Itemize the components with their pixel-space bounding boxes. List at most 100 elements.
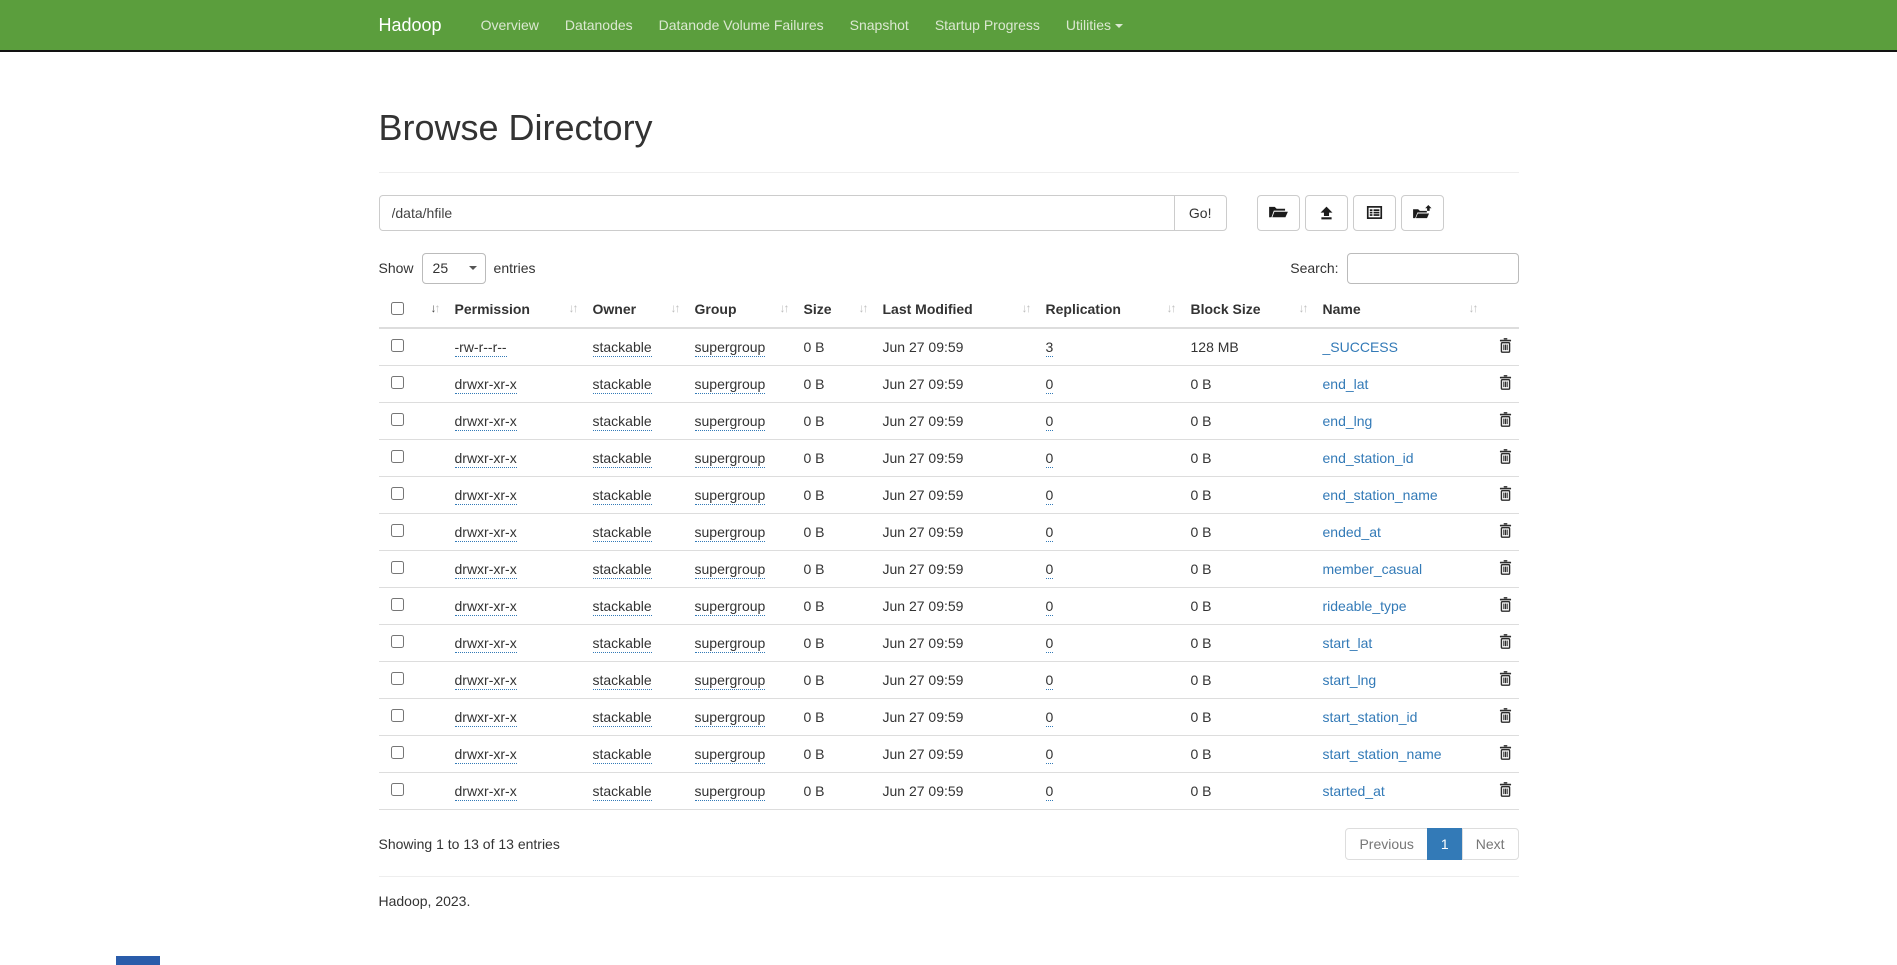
set-permission-button[interactable] [1353, 195, 1396, 231]
file-name-link[interactable]: start_station_id [1323, 709, 1418, 725]
file-name-link[interactable]: start_station_name [1323, 746, 1442, 762]
search-input[interactable] [1347, 253, 1519, 284]
permission-cell[interactable]: drwxr-xr-x [455, 487, 517, 505]
file-name-link[interactable]: rideable_type [1323, 598, 1407, 614]
replication-cell[interactable]: 0 [1046, 450, 1054, 468]
file-name-link[interactable]: start_lng [1323, 672, 1377, 688]
column-header-block-size[interactable]: Block Size↓↑ [1183, 292, 1315, 328]
group-cell[interactable]: supergroup [695, 376, 766, 394]
file-name-link[interactable]: started_at [1323, 783, 1385, 799]
permission-cell[interactable]: drwxr-xr-x [455, 783, 517, 801]
sort-icon[interactable]: ↓↑ [859, 301, 867, 315]
delete-button[interactable] [1493, 634, 1518, 649]
pagination-next[interactable]: Next [1463, 828, 1519, 860]
upload-file-button[interactable] [1305, 195, 1348, 231]
delete-button[interactable] [1493, 782, 1518, 797]
delete-button[interactable] [1493, 597, 1518, 612]
pagination-previous[interactable]: Previous [1346, 828, 1427, 860]
nav-item-datanode-volume-failures[interactable]: Datanode Volume Failures [646, 2, 837, 48]
sort-icon[interactable]: ↓↑ [1022, 301, 1030, 315]
row-checkbox[interactable] [391, 376, 404, 389]
permission-cell[interactable]: drwxr-xr-x [455, 561, 517, 579]
owner-cell[interactable]: stackable [593, 487, 652, 505]
permission-cell[interactable]: drwxr-xr-x [455, 746, 517, 764]
owner-cell[interactable]: stackable [593, 598, 652, 616]
select-all-checkbox[interactable] [391, 302, 404, 315]
nav-item-datanodes[interactable]: Datanodes [552, 2, 646, 48]
row-checkbox[interactable] [391, 487, 404, 500]
row-checkbox[interactable] [391, 746, 404, 759]
nav-link-datanodes[interactable]: Datanodes [552, 2, 646, 48]
group-cell[interactable]: supergroup [695, 413, 766, 431]
column-header-last-modified[interactable]: Last Modified↓↑ [875, 292, 1038, 328]
delete-button[interactable] [1493, 412, 1518, 427]
delete-button[interactable] [1493, 375, 1518, 390]
permission-cell[interactable]: drwxr-xr-x [455, 598, 517, 616]
group-cell[interactable]: supergroup [695, 450, 766, 468]
group-cell[interactable]: supergroup [695, 709, 766, 727]
owner-cell[interactable]: stackable [593, 450, 652, 468]
row-checkbox[interactable] [391, 561, 404, 574]
sort-icon[interactable]: ↓↑ [569, 301, 577, 315]
nav-item-snapshot[interactable]: Snapshot [837, 2, 922, 48]
owner-cell[interactable]: stackable [593, 524, 652, 542]
delete-button[interactable] [1493, 708, 1518, 723]
column-header-group[interactable]: Group↓↑ [687, 292, 796, 328]
file-name-link[interactable]: start_lat [1323, 635, 1373, 651]
file-name-link[interactable]: end_station_id [1323, 450, 1414, 466]
sort-icon[interactable]: ↓↑ [671, 301, 679, 315]
column-header-permission[interactable]: Permission↓↑ [447, 292, 585, 328]
replication-cell[interactable]: 0 [1046, 561, 1054, 579]
create-directory-button[interactable] [1257, 195, 1300, 231]
group-cell[interactable]: supergroup [695, 746, 766, 764]
delete-button[interactable] [1493, 523, 1518, 538]
permission-cell[interactable]: drwxr-xr-x [455, 709, 517, 727]
file-name-link[interactable]: end_lat [1323, 376, 1369, 392]
file-name-link[interactable]: _SUCCESS [1323, 339, 1398, 355]
replication-cell[interactable]: 0 [1046, 487, 1054, 505]
move-to-trash-toggle-button[interactable] [1401, 195, 1444, 231]
delete-button[interactable] [1493, 449, 1518, 464]
replication-cell[interactable]: 0 [1046, 672, 1054, 690]
nav-link-startup-progress[interactable]: Startup Progress [922, 2, 1053, 48]
row-checkbox[interactable] [391, 524, 404, 537]
delete-button[interactable] [1493, 560, 1518, 575]
replication-cell[interactable]: 0 [1046, 376, 1054, 394]
delete-button[interactable] [1493, 486, 1518, 501]
permission-cell[interactable]: drwxr-xr-x [455, 376, 517, 394]
row-checkbox[interactable] [391, 413, 404, 426]
owner-cell[interactable]: stackable [593, 635, 652, 653]
permission-cell[interactable]: drwxr-xr-x [455, 635, 517, 653]
nav-link-snapshot[interactable]: Snapshot [837, 2, 922, 48]
row-checkbox[interactable] [391, 783, 404, 796]
row-checkbox[interactable] [391, 709, 404, 722]
permission-cell[interactable]: drwxr-xr-x [455, 450, 517, 468]
replication-cell[interactable]: 0 [1046, 598, 1054, 616]
column-header-owner[interactable]: Owner↓↑ [585, 292, 687, 328]
replication-cell[interactable]: 0 [1046, 783, 1054, 801]
brand-hadoop[interactable]: Hadoop [379, 15, 458, 36]
pagination-page-1[interactable]: 1 [1428, 828, 1463, 860]
nav-item-startup-progress[interactable]: Startup Progress [922, 2, 1053, 48]
nav-item-utilities[interactable]: Utilities [1053, 2, 1136, 48]
owner-cell[interactable]: stackable [593, 339, 652, 357]
column-header-replication[interactable]: Replication↓↑ [1038, 292, 1183, 328]
group-cell[interactable]: supergroup [695, 635, 766, 653]
delete-button[interactable] [1493, 671, 1518, 686]
column-header-size[interactable]: Size↓↑ [796, 292, 875, 328]
group-cell[interactable]: supergroup [695, 561, 766, 579]
owner-cell[interactable]: stackable [593, 376, 652, 394]
file-name-link[interactable]: end_lng [1323, 413, 1373, 429]
sort-icon[interactable]: ↓↑ [1469, 301, 1477, 315]
page-size-select[interactable]: 25 [422, 253, 486, 284]
replication-cell[interactable]: 0 [1046, 413, 1054, 431]
row-checkbox[interactable] [391, 635, 404, 648]
group-cell[interactable]: supergroup [695, 672, 766, 690]
group-cell[interactable]: supergroup [695, 487, 766, 505]
go-button[interactable]: Go! [1174, 195, 1227, 231]
delete-button[interactable] [1493, 338, 1518, 353]
permission-cell[interactable]: -rw-r--r-- [455, 339, 507, 357]
row-checkbox[interactable] [391, 672, 404, 685]
owner-cell[interactable]: stackable [593, 672, 652, 690]
group-cell[interactable]: supergroup [695, 524, 766, 542]
